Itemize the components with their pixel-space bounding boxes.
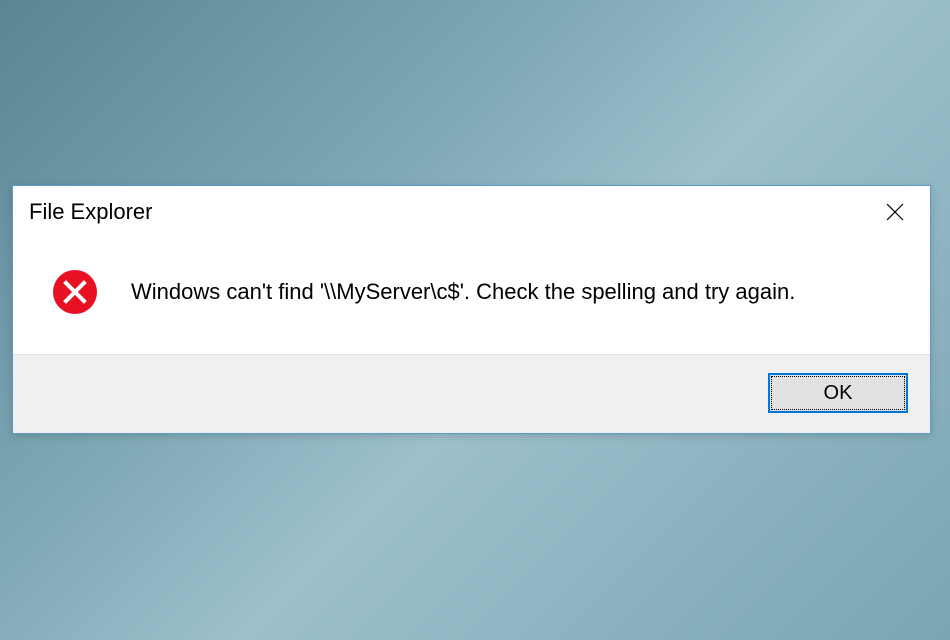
error-dialog: File Explorer Windows can't find '\\MySe… bbox=[12, 185, 931, 434]
error-message: Windows can't find '\\MyServer\c$'. Chec… bbox=[131, 279, 795, 305]
dialog-content: Windows can't find '\\MyServer\c$'. Chec… bbox=[13, 238, 930, 354]
titlebar: File Explorer bbox=[13, 186, 930, 238]
close-button[interactable] bbox=[860, 186, 930, 238]
button-row: OK bbox=[13, 354, 930, 433]
close-icon bbox=[885, 202, 905, 222]
ok-button[interactable]: OK bbox=[768, 373, 908, 413]
dialog-title: File Explorer bbox=[29, 199, 152, 225]
error-icon bbox=[51, 268, 99, 316]
